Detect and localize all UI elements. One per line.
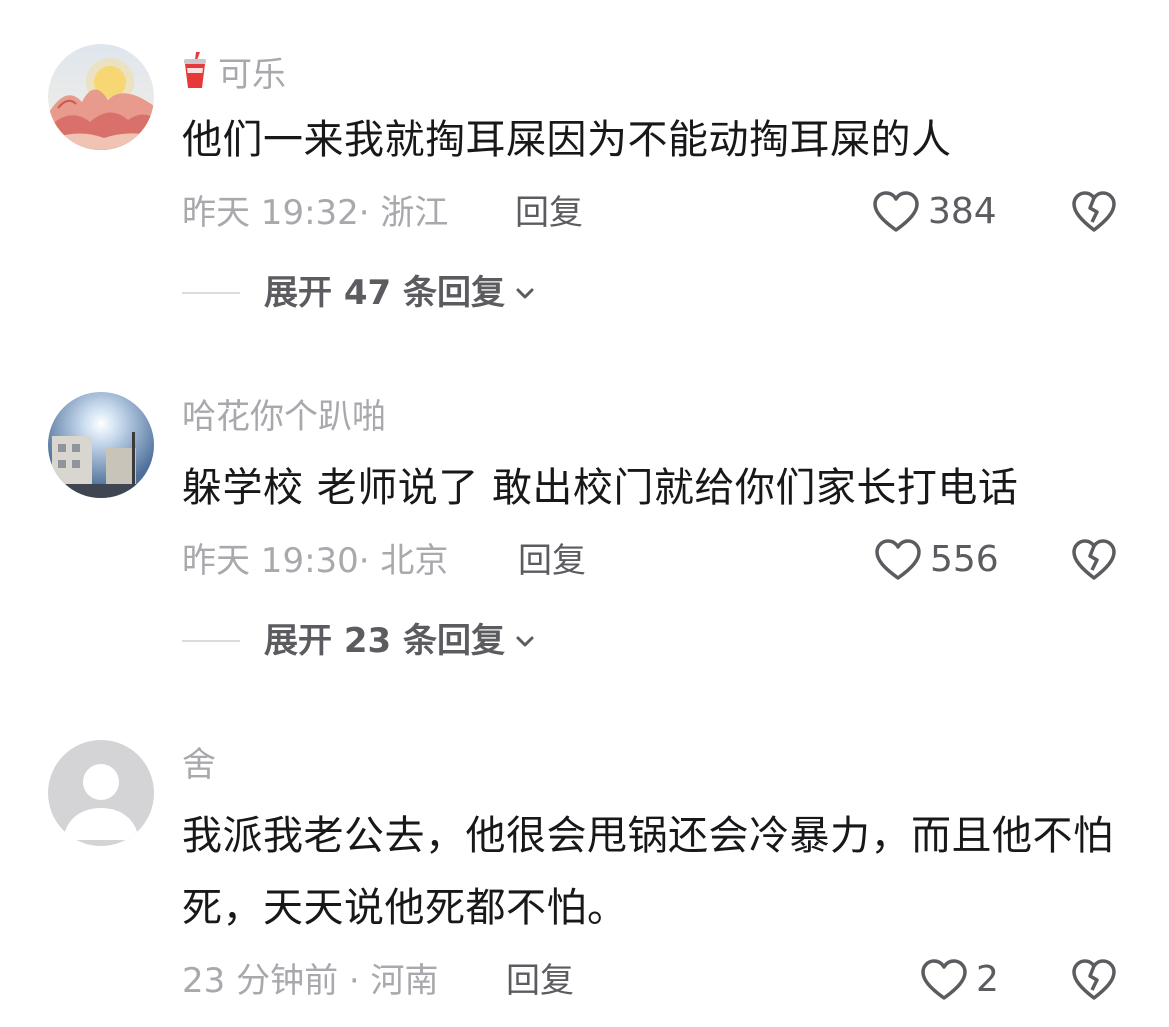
reply-button[interactable]: 回复 — [506, 964, 574, 998]
comment-text: 他们一来我就掏耳屎因为不能动掏耳屎的人 — [182, 117, 952, 163]
default-avatar-icon — [48, 740, 154, 846]
reply-button[interactable]: 回复 — [515, 196, 583, 230]
chevron-down-icon — [516, 636, 534, 647]
soda-cup-icon — [182, 52, 208, 96]
comment-text: 躲学校 老师说了 敢出校门就给你们家长打电话 — [182, 465, 1019, 511]
avatar[interactable] — [48, 740, 154, 846]
broken-heart-icon[interactable] — [1071, 538, 1117, 582]
like-count: 2 — [976, 959, 999, 1000]
comment-meta: 昨天 19:32· 浙江 — [182, 193, 449, 233]
avatar[interactable] — [48, 392, 154, 498]
avatar[interactable] — [48, 44, 154, 150]
expand-replies-label: 展开 47 条回复 — [264, 273, 505, 313]
like-count: 556 — [930, 539, 999, 580]
like-button[interactable]: 2 — [920, 958, 999, 1002]
expand-replies-button[interactable]: 展开 47 条回复 — [182, 276, 537, 310]
avatar-street-photo-image — [48, 392, 154, 498]
avatar-landscape-image — [48, 44, 154, 150]
like-button[interactable]: 556 — [874, 538, 999, 582]
reply-button[interactable]: 回复 — [518, 544, 586, 578]
heart-outline-icon — [921, 959, 967, 1000]
expand-replies-button[interactable]: 展开 23 条回复 — [182, 624, 537, 658]
broken-heart-icon[interactable] — [1071, 190, 1117, 234]
username-label: 可乐 — [218, 55, 286, 95]
heart-outline-icon — [875, 539, 921, 580]
username[interactable]: 可乐 — [182, 52, 286, 96]
expand-replies-label: 展开 23 条回复 — [264, 621, 505, 661]
username[interactable]: 舍 — [182, 748, 216, 782]
broken-heart-icon[interactable] — [1071, 958, 1117, 1002]
username[interactable]: 哈花你个趴啪 — [182, 400, 386, 434]
chevron-down-icon — [516, 288, 534, 299]
like-count: 384 — [928, 191, 997, 232]
comment-meta: 昨天 19:30· 北京 — [182, 541, 449, 581]
comment-text: 我派我老公去，他很会甩锅还会冷暴力，而且他不怕死，天天说他死都不怕。 — [182, 813, 1114, 931]
like-button[interactable]: 384 — [872, 190, 997, 234]
divider-line — [182, 640, 240, 642]
comment-meta: 23 分钟前 · 河南 — [182, 961, 439, 1001]
divider-line — [182, 292, 240, 294]
heart-outline-icon — [873, 191, 919, 232]
